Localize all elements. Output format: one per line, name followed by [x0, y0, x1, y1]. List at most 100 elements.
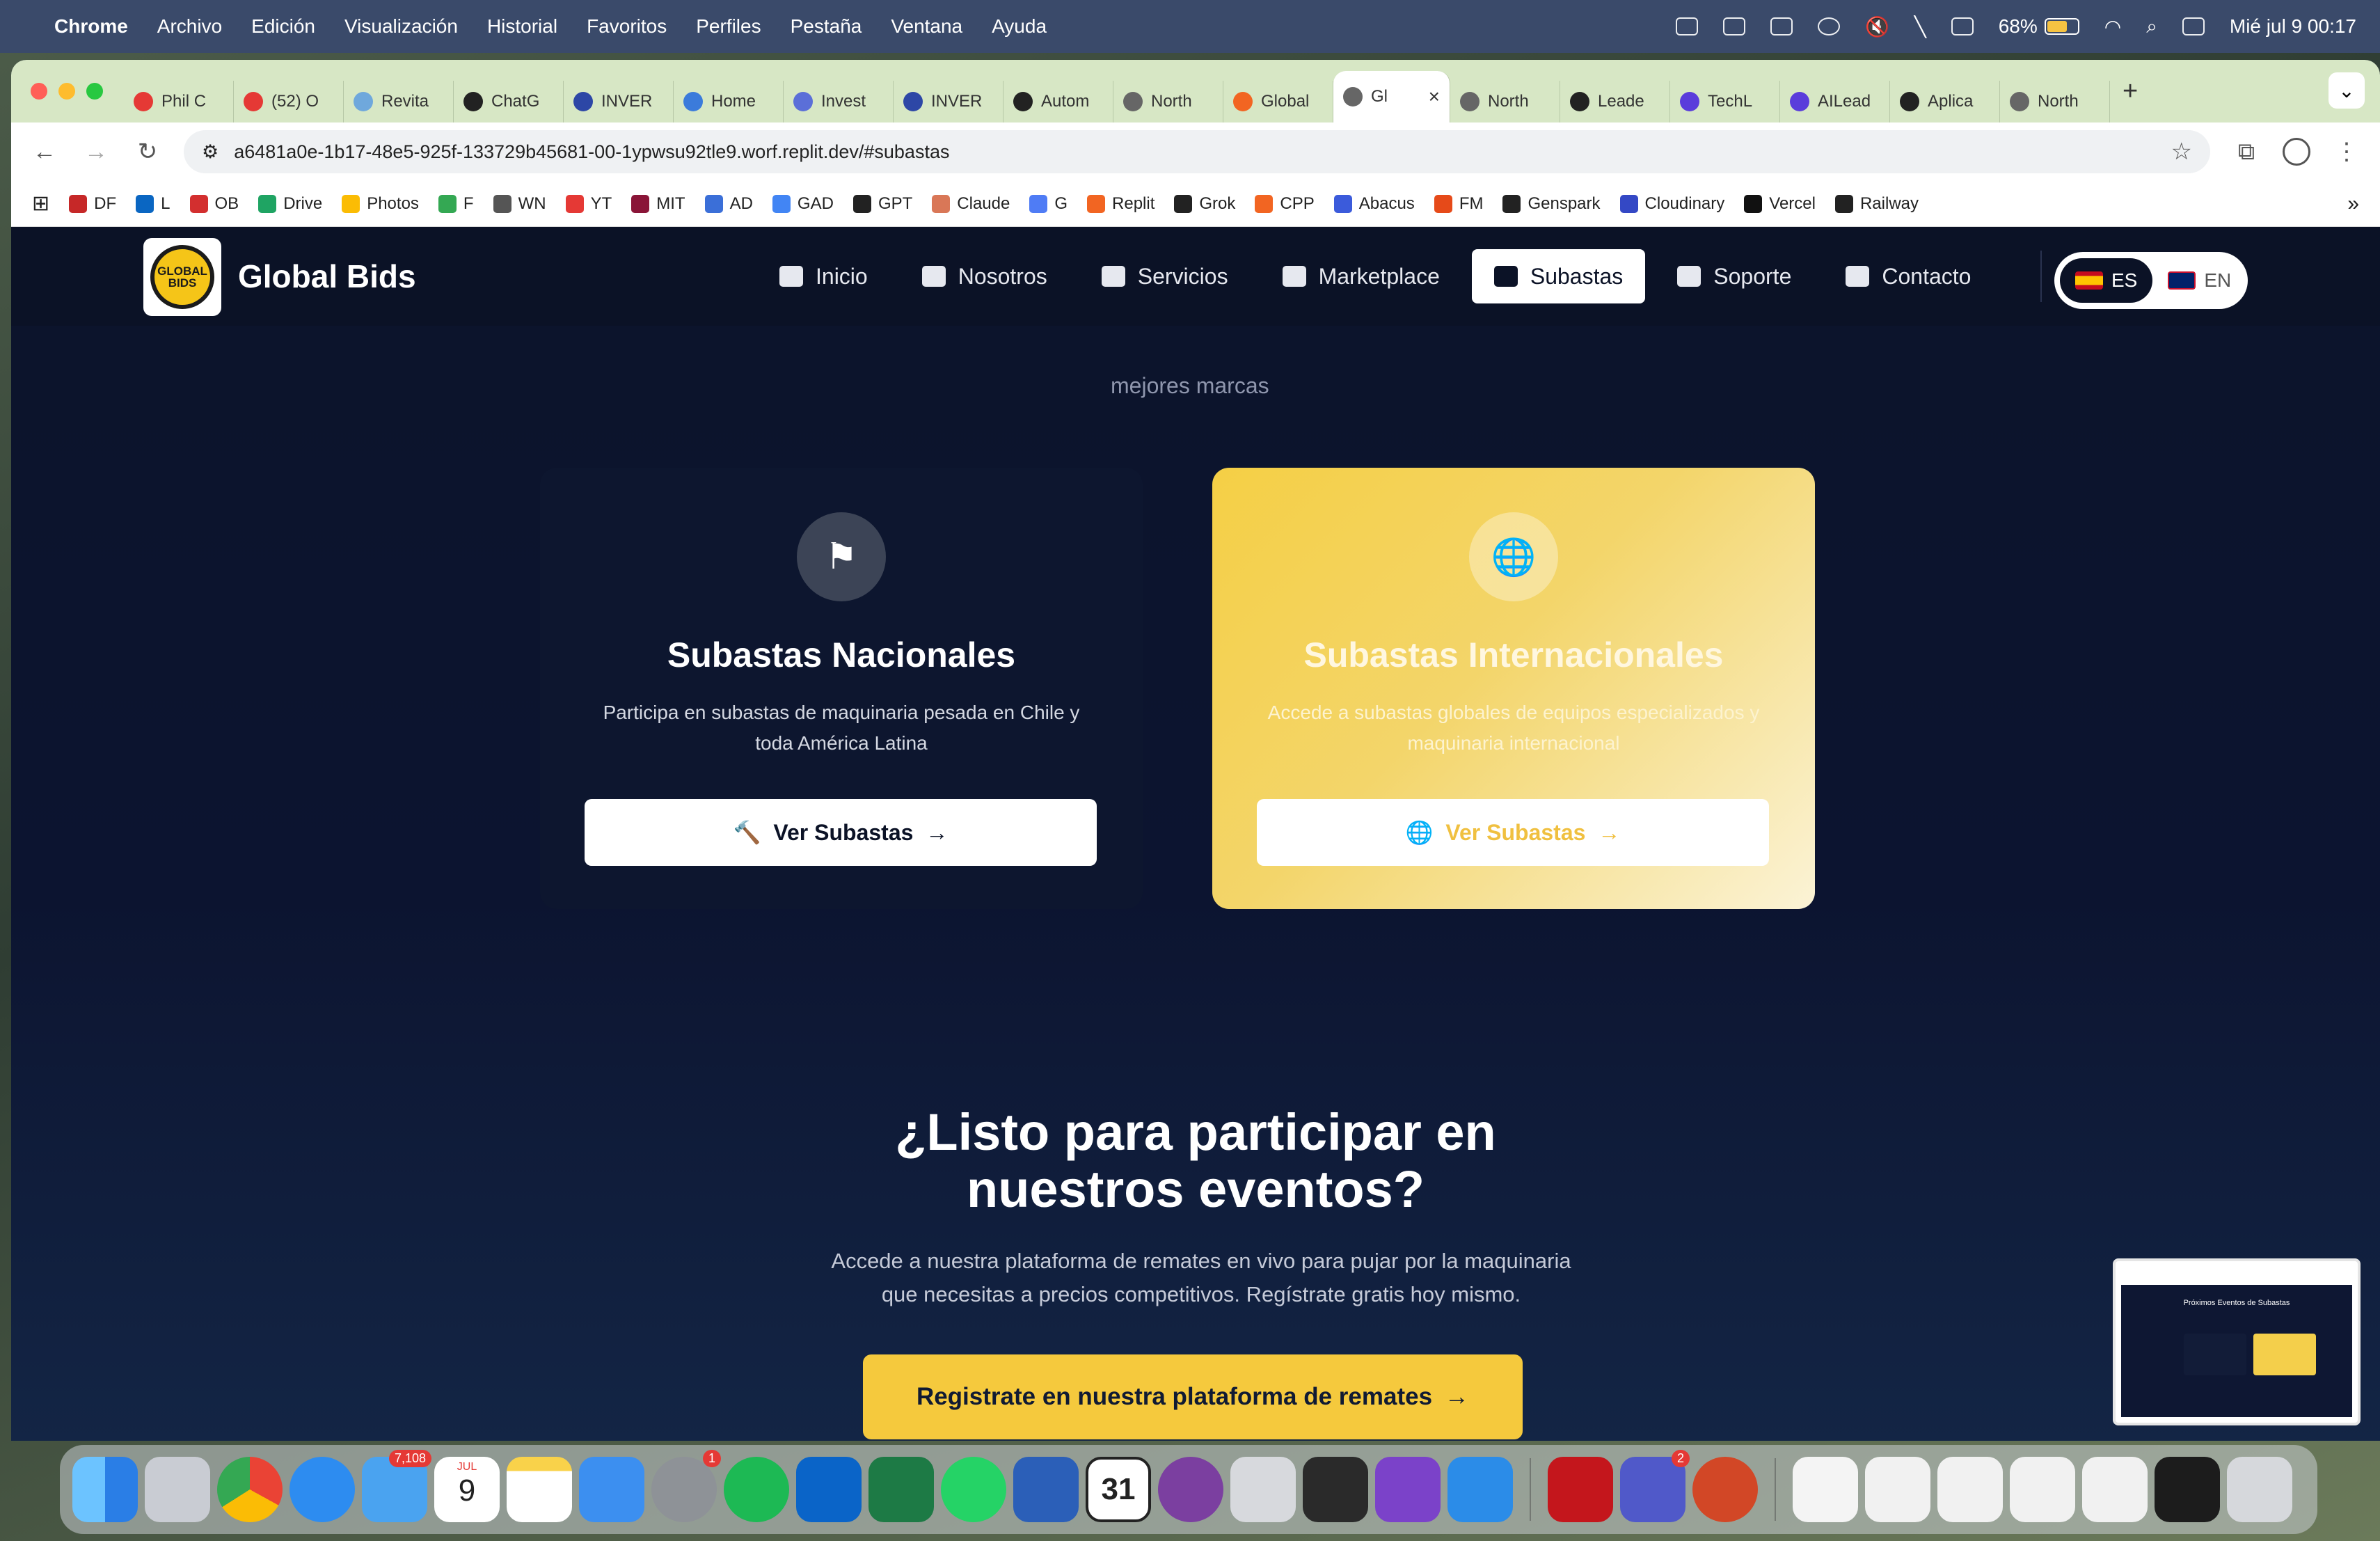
recent-file-icon[interactable]: [2082, 1457, 2148, 1522]
more-bookmarks-icon[interactable]: »: [2347, 192, 2359, 216]
view-international-auctions-button[interactable]: 🌐 Ver Subastas →: [1257, 799, 1769, 866]
bookmark-item[interactable]: Claude: [932, 194, 1010, 214]
github-desktop-icon[interactable]: [1375, 1457, 1441, 1522]
browser-tab[interactable]: Phil C: [124, 81, 234, 123]
menu-visualizacion[interactable]: Visualización: [344, 15, 458, 38]
menu-pestana[interactable]: Pestaña: [791, 15, 862, 38]
browser-tab[interactable]: TechL: [1670, 81, 1780, 123]
vscode-icon[interactable]: [1447, 1457, 1513, 1522]
browser-tab[interactable]: INVER: [894, 81, 1003, 123]
bookmark-item[interactable]: WN: [493, 194, 546, 214]
trash-icon[interactable]: [2227, 1457, 2292, 1522]
bookmark-item[interactable]: Cloudinary: [1619, 194, 1724, 214]
bookmark-item[interactable]: Railway: [1834, 194, 1919, 214]
pen-icon[interactable]: ╲: [1914, 15, 1926, 38]
nav-link-nosotros[interactable]: Nosotros: [900, 249, 1070, 303]
word-icon[interactable]: [1013, 1457, 1079, 1522]
bookmark-item[interactable]: MIT: [631, 194, 685, 214]
bookmark-item[interactable]: G: [1029, 194, 1068, 214]
browser-tab[interactable]: Global: [1223, 81, 1333, 123]
display-icon[interactable]: [1951, 17, 1974, 35]
browser-tab[interactable]: Gl ×: [1333, 71, 1450, 123]
bookmark-item[interactable]: OB: [189, 194, 239, 214]
browser-tab[interactable]: ChatG: [454, 81, 564, 123]
acrobat-icon[interactable]: [1548, 1457, 1613, 1522]
recent-file-icon[interactable]: [1865, 1457, 1930, 1522]
cloud-sync-icon[interactable]: [1722, 17, 1745, 35]
calendar-icon[interactable]: JUL 9: [434, 1457, 500, 1522]
close-tab-icon[interactable]: ×: [1429, 86, 1440, 108]
menu-ventana[interactable]: Ventana: [891, 15, 962, 38]
bookmark-star-icon[interactable]: ☆: [2171, 138, 2192, 166]
view-national-auctions-button[interactable]: 🔨 Ver Subastas →: [585, 799, 1097, 866]
more-menu-icon[interactable]: ⋮: [2331, 138, 2362, 166]
site-info-icon[interactable]: ⚙: [202, 141, 219, 163]
drive-icon[interactable]: [1770, 17, 1793, 35]
recent-file-icon[interactable]: [2010, 1457, 2075, 1522]
menu-ayuda[interactable]: Ayuda: [992, 15, 1047, 38]
minimize-window-button[interactable]: [58, 83, 75, 100]
menu-perfiles[interactable]: Perfiles: [696, 15, 761, 38]
control-center-icon[interactable]: [2182, 17, 2205, 35]
puzzle-app-icon[interactable]: [1303, 1457, 1368, 1522]
browser-tab[interactable]: (52) O: [234, 81, 344, 123]
menu-archivo[interactable]: Archivo: [157, 15, 222, 38]
nav-link-marketplace[interactable]: Marketplace: [1260, 249, 1462, 303]
recorder-icon[interactable]: [1158, 1457, 1223, 1522]
bookmark-item[interactable]: AD: [704, 194, 753, 214]
outlook-icon[interactable]: [796, 1457, 862, 1522]
menu-app-name[interactable]: Chrome: [54, 15, 128, 38]
recent-file-icon[interactable]: [1937, 1457, 2003, 1522]
nav-link-servicios[interactable]: Servicios: [1079, 249, 1251, 303]
brand-name[interactable]: Global Bids: [238, 258, 416, 295]
nav-link-inicio[interactable]: Inicio: [757, 249, 890, 303]
mail-icon[interactable]: 7,108: [362, 1450, 431, 1522]
system-settings-icon[interactable]: 1: [651, 1450, 721, 1522]
bookmark-item[interactable]: Drive: [258, 194, 322, 214]
screenshot-thumbnail[interactable]: Próximos Eventos de Subastas: [2113, 1258, 2361, 1425]
apps-grid-icon[interactable]: ⊞: [32, 191, 49, 216]
profile-avatar[interactable]: [2283, 138, 2310, 166]
forward-button[interactable]: →: [81, 139, 111, 166]
menu-historial[interactable]: Historial: [487, 15, 557, 38]
whatsapp-icon[interactable]: [941, 1457, 1006, 1522]
bookmark-item[interactable]: F: [438, 194, 474, 214]
search-icon[interactable]: ⌕: [2146, 15, 2157, 38]
wifi-icon[interactable]: ◠: [2104, 15, 2121, 38]
bookmark-item[interactable]: Genspark: [1502, 194, 1601, 214]
zoom-window-button[interactable]: [86, 83, 103, 100]
reload-button[interactable]: ↻: [132, 138, 163, 166]
bookmark-item[interactable]: Photos: [342, 194, 419, 214]
keynote-icon[interactable]: [579, 1457, 644, 1522]
bookmark-item[interactable]: DF: [69, 194, 116, 214]
register-platform-button[interactable]: Registrate en nuestra plataforma de rema…: [863, 1354, 1523, 1439]
browser-tab[interactable]: Aplica: [1890, 81, 2000, 123]
bookmark-item[interactable]: YT: [565, 194, 612, 214]
nav-link-contacto[interactable]: Contacto: [1823, 249, 1993, 303]
browser-tab[interactable]: North: [1450, 81, 1560, 123]
browser-tab[interactable]: Leade: [1560, 81, 1670, 123]
site-logo[interactable]: GLOBAL BIDS: [143, 238, 221, 316]
play-icon[interactable]: [1817, 17, 1840, 35]
battery-indicator[interactable]: 68%: [1999, 15, 2079, 38]
bookmark-item[interactable]: Replit: [1087, 194, 1155, 214]
lang-en-button[interactable]: EN: [2152, 258, 2246, 303]
bookmark-item[interactable]: Vercel: [1744, 194, 1816, 214]
browser-tab[interactable]: North: [1113, 81, 1223, 123]
browser-tab[interactable]: Home: [674, 81, 784, 123]
bookmark-item[interactable]: FM: [1434, 194, 1483, 214]
lang-es-button[interactable]: ES: [2060, 258, 2153, 303]
safari-icon[interactable]: [289, 1457, 355, 1522]
browser-tab[interactable]: Revita: [344, 81, 454, 123]
browser-tab[interactable]: Invest: [784, 81, 894, 123]
screen-share-icon[interactable]: [1675, 17, 1698, 35]
browser-tab[interactable]: AILead: [1780, 81, 1890, 123]
powerpoint-icon[interactable]: [1692, 1457, 1758, 1522]
notes-icon[interactable]: [507, 1457, 572, 1522]
url-text[interactable]: a6481a0e-1b17-48e5-925f-133729b45681-00-…: [234, 141, 2155, 163]
terminal-window-icon[interactable]: [2155, 1457, 2220, 1522]
new-tab-button[interactable]: +: [2123, 77, 2138, 106]
bookmark-item[interactable]: L: [136, 194, 170, 214]
close-window-button[interactable]: [31, 83, 47, 100]
mute-icon[interactable]: 🔇: [1865, 15, 1889, 38]
